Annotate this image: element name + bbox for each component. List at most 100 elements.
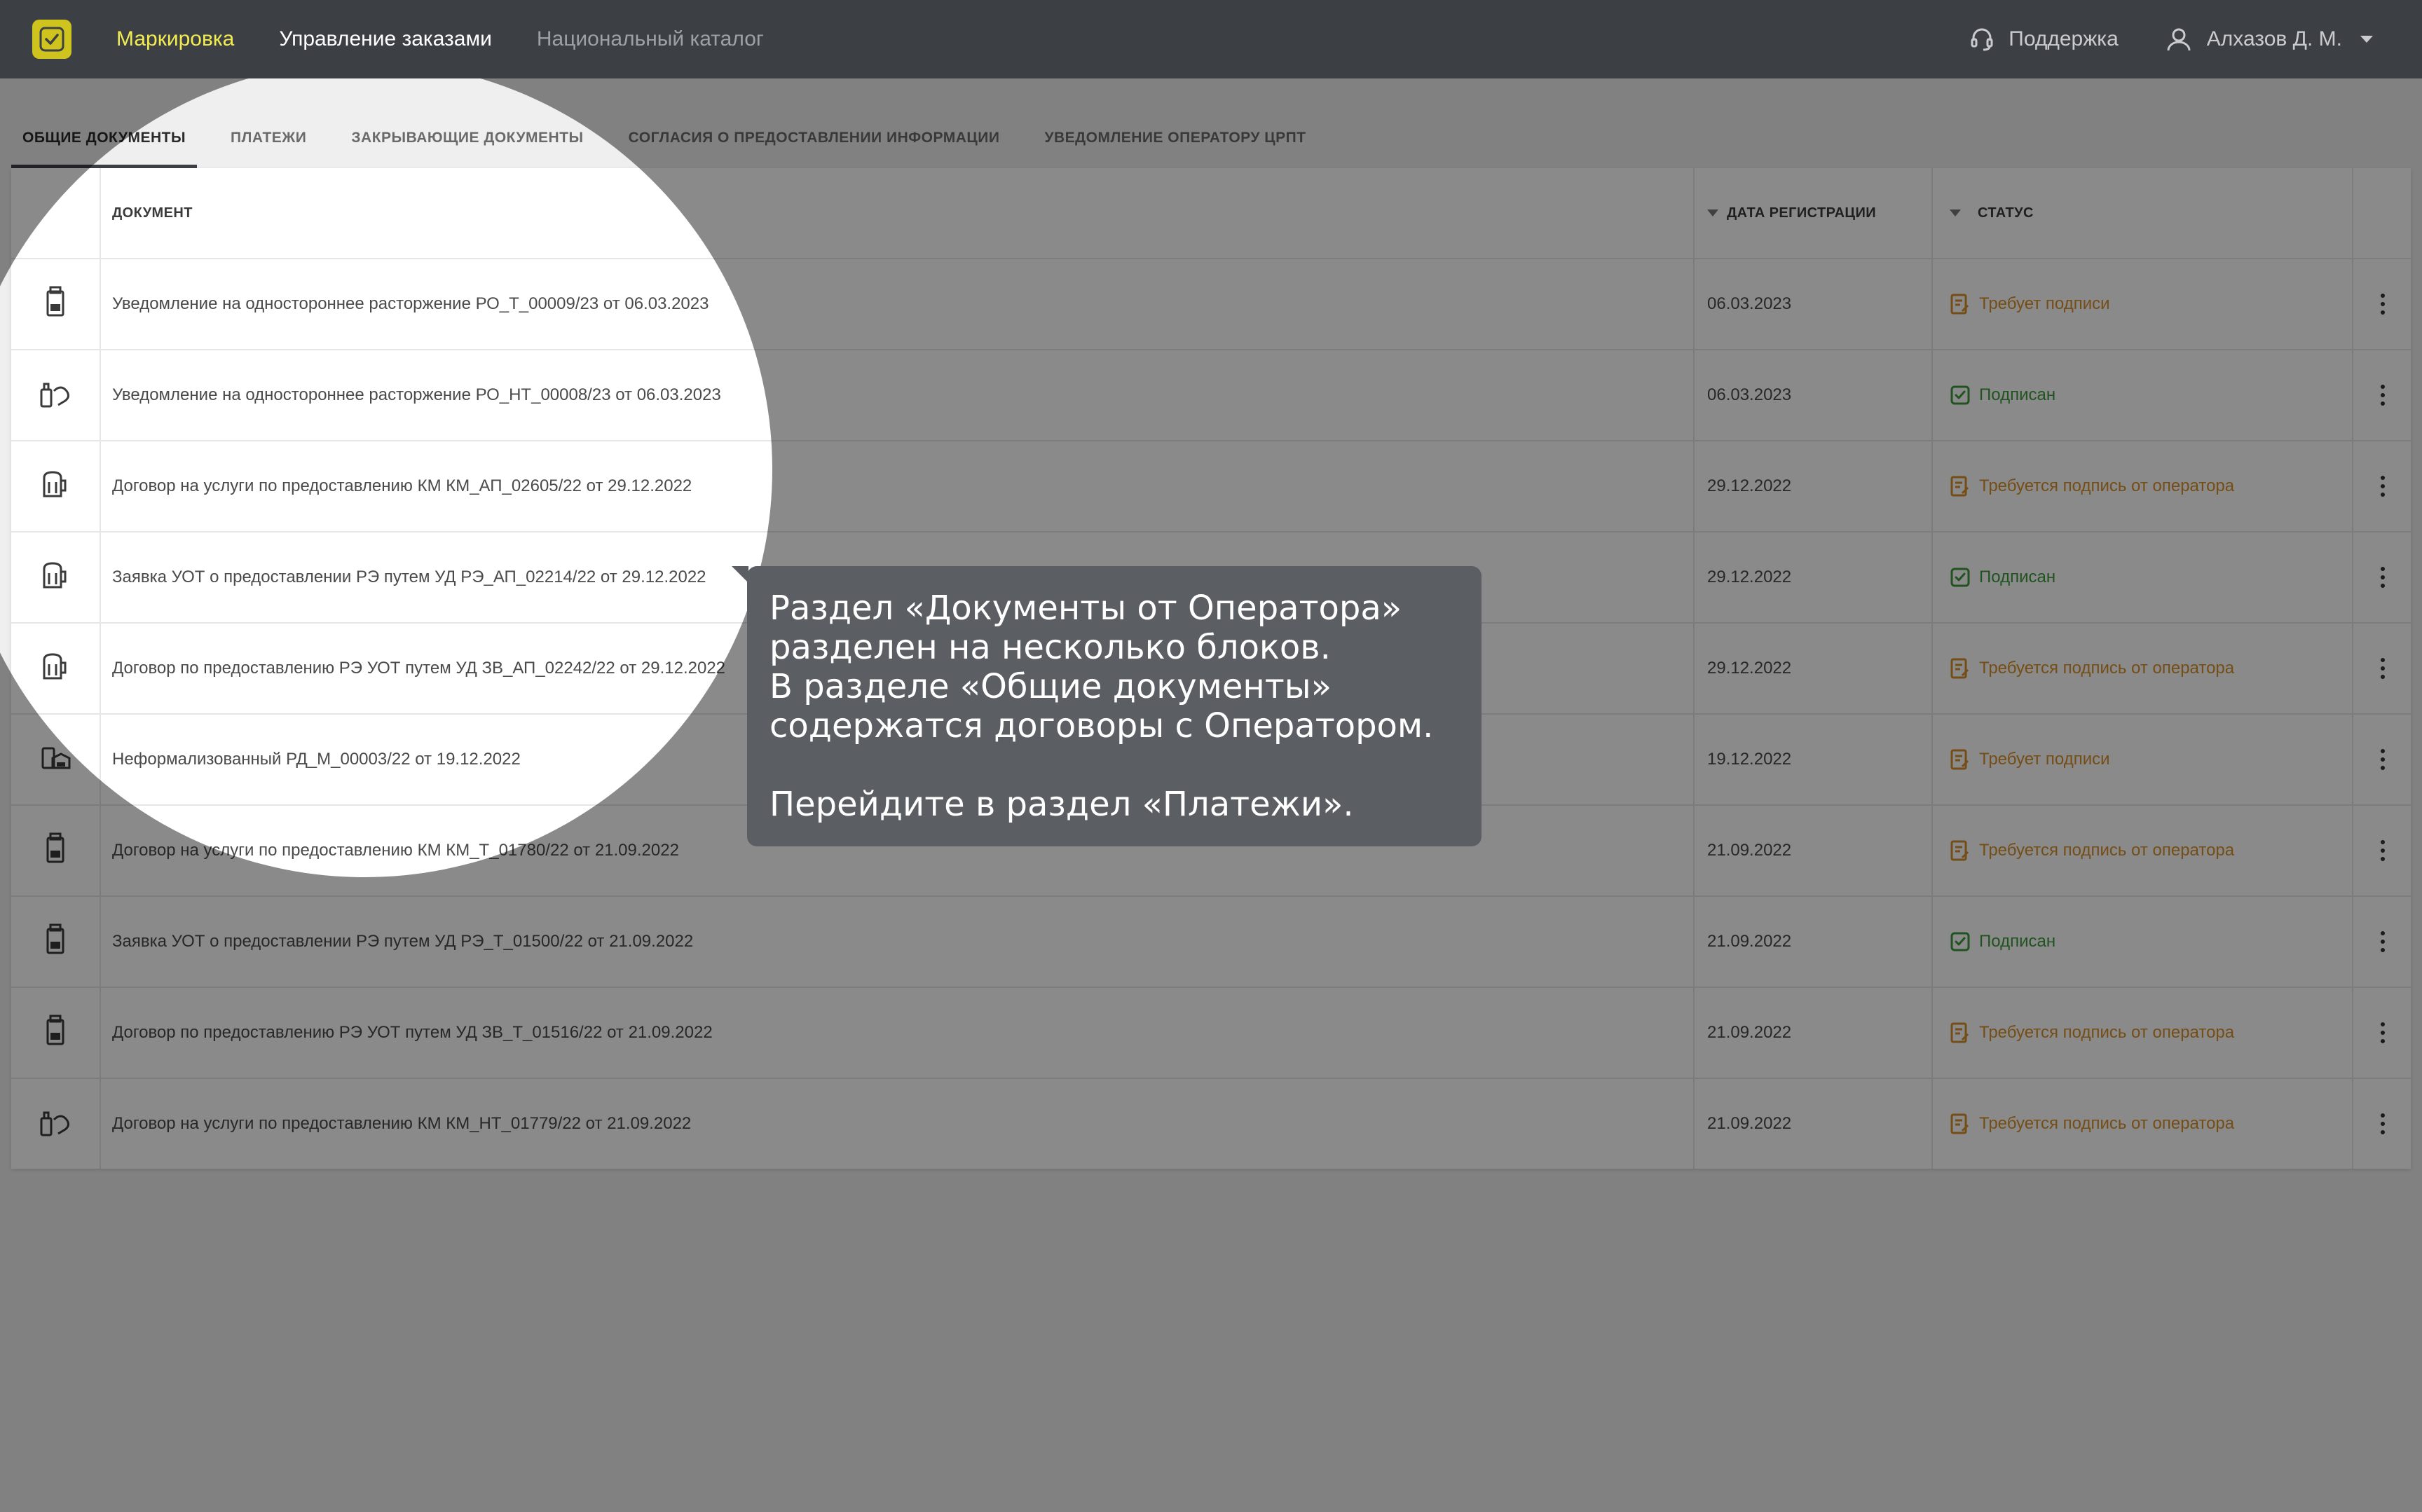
status-label: Подписан <box>1979 932 2056 951</box>
row-menu-button[interactable] <box>2352 624 2412 713</box>
tab-closing-documents[interactable]: ЗАКРЫВАЮЩИЕ ДОКУМЕНТЫ <box>340 130 594 168</box>
pending-signature-icon <box>1950 1022 1969 1043</box>
pending-signature-icon <box>1950 476 1969 497</box>
tooltip-line: содержатся договоры с Оператором. <box>769 706 1434 745</box>
status-label: Подписан <box>1979 385 2056 404</box>
tooltip-cta: Перейдите в раздел «Платежи». <box>769 785 1354 824</box>
table-row[interactable]: Заявка УОТ о предоставлении РЭ путем УД … <box>11 895 2411 987</box>
registration-date: 21.09.2022 <box>1693 806 1917 895</box>
status-badge: Подписан <box>1931 897 2366 987</box>
tobacco-pack-icon <box>41 832 69 870</box>
row-menu-button[interactable] <box>2352 1079 2412 1169</box>
tab-payments[interactable]: ПЛАТЕЖИ <box>219 130 317 168</box>
more-vertical-icon <box>2381 931 2385 952</box>
registration-date: 29.12.2022 <box>1693 441 1917 531</box>
table-row[interactable]: Договор на услуги по предоставлению КМ К… <box>11 1078 2411 1169</box>
table-row[interactable]: Уведомление на одностороннее расторжение… <box>11 258 2411 349</box>
tab-information-consents[interactable]: СОГЛАСИЯ О ПРЕДОСТАВЛЕНИИ ИНФОРМАЦИИ <box>617 130 1011 168</box>
header-menu-cell <box>2352 168 2412 258</box>
header-icon-cell <box>11 168 101 258</box>
more-vertical-icon <box>2381 294 2385 315</box>
document-title[interactable]: Заявка УОТ о предоставлении РЭ путем УД … <box>112 897 1689 987</box>
status-badge: Требуется подпись от оператора <box>1931 806 2366 895</box>
status-label: Требует подписи <box>1979 294 2110 313</box>
main-nav: Маркировка Управление заказами Националь… <box>116 0 764 78</box>
beer-mug-icon <box>39 650 72 687</box>
document-title[interactable]: Договор на услуги по предоставлению КМ К… <box>112 441 1689 531</box>
table-header-row: ДОКУМЕНТ ДАТА РЕГИСТРАЦИИ СТАТУС <box>11 168 2411 258</box>
document-title[interactable]: Уведомление на одностороннее расторжение… <box>112 259 1689 349</box>
top-right-controls: Поддержка Алхазов Д. М. <box>1968 0 2373 78</box>
row-menu-button[interactable] <box>2352 715 2412 804</box>
status-badge: Требует подписи <box>1931 259 2366 349</box>
tooltip-line: разделен на несколько блоков. <box>769 628 1331 667</box>
more-vertical-icon <box>2381 840 2385 861</box>
more-vertical-icon <box>2381 749 2385 770</box>
beer-mug-icon <box>39 468 72 505</box>
table-row[interactable]: Договор на услуги по предоставлению КМ К… <box>11 440 2411 531</box>
tab-general-documents[interactable]: ОБЩИЕ ДОКУМЕНТЫ <box>11 130 198 168</box>
pending-signature-icon <box>1950 1113 1969 1134</box>
more-vertical-icon <box>2381 1022 2385 1043</box>
status-label: Подписан <box>1979 568 2056 586</box>
nav-item-national-catalog[interactable]: Национальный каталог <box>537 27 764 51</box>
registration-date: 29.12.2022 <box>1693 532 1917 622</box>
nicotine-products-icon <box>39 1106 72 1143</box>
header-registration-date[interactable]: ДАТА РЕГИСТРАЦИИ <box>1693 168 1917 258</box>
tobacco-pack-icon <box>41 286 69 323</box>
pending-signature-icon <box>1950 840 1969 861</box>
row-menu-button[interactable] <box>2352 897 2412 987</box>
registration-date: 29.12.2022 <box>1693 624 1917 713</box>
row-menu-button[interactable] <box>2352 441 2412 531</box>
user-menu[interactable]: Алхазов Д. М. <box>2165 25 2373 53</box>
tooltip-line: Раздел «Документы от Оператора» <box>769 589 1402 628</box>
header-date-label: ДАТА РЕГИСТРАЦИИ <box>1727 205 1876 221</box>
more-vertical-icon <box>2381 385 2385 406</box>
tour-tooltip: Раздел «Документы от Оператора» разделен… <box>732 566 1482 846</box>
support-label: Поддержка <box>2009 27 2119 50</box>
row-menu-button[interactable] <box>2352 806 2412 895</box>
sort-arrow-icon <box>1707 209 1718 217</box>
signed-check-icon <box>1950 568 1970 587</box>
status-label: Требуется подпись от оператора <box>1979 841 2235 860</box>
status-label: Требуется подпись от оператора <box>1979 659 2235 678</box>
registration-date: 21.09.2022 <box>1693 988 1917 1078</box>
app-logo-icon[interactable] <box>32 20 71 59</box>
more-vertical-icon <box>2381 567 2385 588</box>
mixed-goods-icon <box>39 741 72 778</box>
chevron-down-icon <box>2360 36 2373 43</box>
table-row[interactable]: Уведомление на одностороннее расторжение… <box>11 349 2411 440</box>
status-badge: Подписан <box>1931 532 2366 622</box>
sort-arrow-icon <box>1950 209 1961 217</box>
table-row[interactable]: Договор по предоставлению РЭ УОТ путем У… <box>11 987 2411 1078</box>
status-badge: Требуется подпись от оператора <box>1931 624 2366 713</box>
tab-operator-notification[interactable]: УВЕДОМЛЕНИЕ ОПЕРАТОРУ ЦРПТ <box>1033 130 1317 168</box>
status-badge: Требуется подпись от оператора <box>1931 441 2366 531</box>
row-menu-button[interactable] <box>2352 259 2412 349</box>
status-label: Требует подписи <box>1979 750 2110 769</box>
user-icon <box>2167 28 2191 51</box>
row-menu-button[interactable] <box>2352 350 2412 440</box>
row-menu-button[interactable] <box>2352 532 2412 622</box>
more-vertical-icon <box>2381 476 2385 497</box>
pending-signature-icon <box>1950 749 1969 770</box>
row-menu-button[interactable] <box>2352 988 2412 1078</box>
status-label: Требуется подпись от оператора <box>1979 1114 2235 1133</box>
registration-date: 06.03.2023 <box>1693 259 1917 349</box>
tobacco-pack-icon <box>41 1015 69 1052</box>
support-link[interactable]: Поддержка <box>1968 25 2119 53</box>
tooltip-line: В разделе «Общие документы» <box>769 667 1332 706</box>
nav-item-order-management[interactable]: Управление заказами <box>279 27 492 51</box>
nicotine-products-icon <box>39 377 72 414</box>
more-vertical-icon <box>2381 658 2385 679</box>
signed-check-icon <box>1950 385 1970 405</box>
header-status[interactable]: СТАТУС <box>1931 168 2366 258</box>
user-name: Алхазов Д. М. <box>2206 27 2342 50</box>
document-tabs: ОБЩИЕ ДОКУМЕНТЫ ПЛАТЕЖИ ЗАКРЫВАЮЩИЕ ДОКУ… <box>11 78 1340 168</box>
nav-item-marking[interactable]: Маркировка <box>116 27 234 51</box>
document-title[interactable]: Договор по предоставлению РЭ УОТ путем У… <box>112 988 1689 1078</box>
document-title[interactable]: Договор на услуги по предоставлению КМ К… <box>112 1079 1689 1169</box>
header-document: ДОКУМЕНТ <box>112 205 193 221</box>
registration-date: 19.12.2022 <box>1693 715 1917 804</box>
document-title[interactable]: Уведомление на одностороннее расторжение… <box>112 350 1689 440</box>
